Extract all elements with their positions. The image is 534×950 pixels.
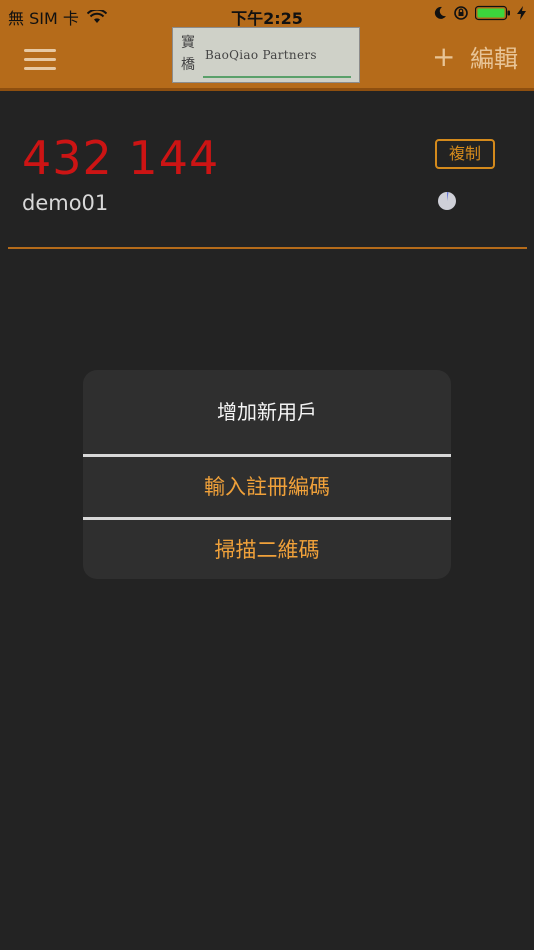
add-user-action-sheet: 增加新用戶 輸入註冊編碼 掃描二維碼 — [83, 370, 451, 579]
menu-line — [24, 58, 56, 61]
enter-registration-code-button[interactable]: 輸入註冊編碼 — [83, 457, 451, 517]
brand-logo: 寶橋 BaoQiao Partners — [172, 27, 360, 83]
rotation-lock-icon — [454, 6, 468, 20]
edit-button[interactable]: 編輯 — [470, 42, 518, 76]
sheet-title: 增加新用戶 — [217, 400, 317, 424]
status-right — [427, 5, 526, 21]
scan-qr-code-button[interactable]: 掃描二維碼 — [83, 520, 451, 579]
charging-icon — [517, 6, 526, 20]
account-username: demo01 — [22, 191, 109, 215]
menu-icon[interactable] — [24, 49, 56, 71]
menu-line — [24, 67, 56, 70]
nav-bar: 寶橋 BaoQiao Partners + 編輯 — [0, 27, 534, 91]
battery-icon — [475, 5, 510, 21]
otp-code: 432 144 — [22, 131, 220, 185]
add-button[interactable]: + — [432, 40, 455, 74]
logo-seal: 寶橋 — [181, 35, 195, 73]
copy-button[interactable]: 複制 — [435, 139, 495, 169]
status-bar: 無 SIM 卡 下午2:25 — [0, 0, 534, 30]
logo-text: BaoQiao Partners — [205, 48, 317, 62]
account-row: 432 144 demo01 複制 — [8, 91, 527, 249]
menu-line — [24, 49, 56, 52]
moon-icon — [434, 6, 446, 19]
countdown-timer-icon — [438, 191, 456, 210]
logo-underline — [203, 76, 351, 78]
